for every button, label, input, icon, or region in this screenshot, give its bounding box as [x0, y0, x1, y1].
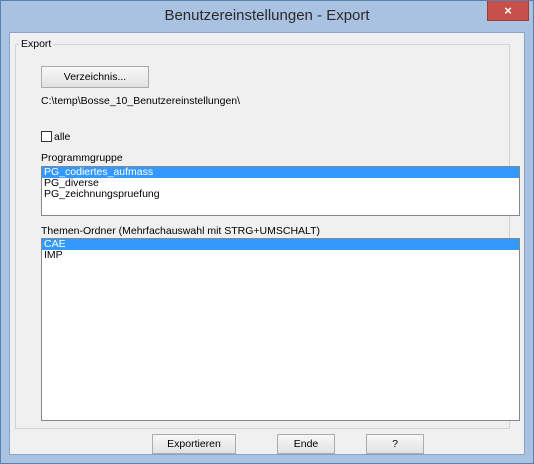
close-button[interactable]: ×: [487, 1, 529, 21]
export-dialog-window: Benutzereinstellungen - Export × Export …: [0, 0, 534, 464]
export-button[interactable]: Exportieren: [152, 434, 236, 454]
all-checkbox[interactable]: [41, 131, 52, 142]
list-item[interactable]: CAE: [42, 239, 519, 250]
title-bar[interactable]: Benutzereinstellungen - Export ×: [1, 1, 533, 31]
theme-folder-listbox[interactable]: CAE IMP: [41, 238, 520, 421]
list-item[interactable]: PG_codiertes_aufmass: [42, 167, 519, 178]
close-icon: ×: [504, 3, 512, 18]
program-group-listbox[interactable]: PG_codiertes_aufmass PG_diverse PG_zeichnu…: [41, 166, 520, 216]
program-group-label: Programmgruppe: [41, 152, 123, 164]
list-item[interactable]: IMP: [42, 250, 519, 261]
directory-button[interactable]: Verzeichnis...: [41, 66, 149, 88]
all-checkbox-label[interactable]: alle: [54, 131, 70, 143]
theme-folder-label: Themen-Ordner (Mehrfachauswahl mit STRG+…: [41, 225, 321, 237]
dialog-client-area: Export Verzeichnis... C:\temp\Bosse_10_B…: [9, 32, 525, 455]
end-button[interactable]: Ende: [277, 434, 335, 454]
list-item[interactable]: PG_zeichnungspruefung: [42, 189, 519, 200]
export-path-text: C:\temp\Bosse_10_Benutzereinstellungen\: [41, 95, 241, 107]
window-title: Benutzereinstellungen - Export: [164, 7, 370, 24]
export-group-legend: Export: [19, 38, 54, 50]
help-button[interactable]: ?: [366, 434, 424, 454]
